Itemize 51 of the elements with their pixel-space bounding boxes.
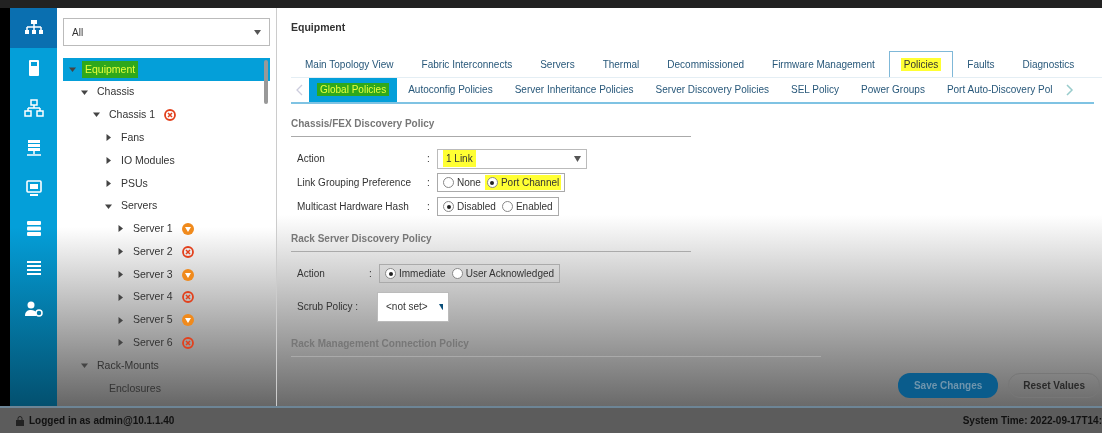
tree-item[interactable]: Server 2 — [63, 240, 270, 264]
sub-tab[interactable]: Autoconfig Policies — [397, 77, 504, 102]
filter-dropdown[interactable]: All — [63, 18, 270, 46]
tab[interactable]: Servers — [526, 52, 589, 77]
login-status: Logged in as admin@10.1.1.40 — [29, 414, 175, 428]
system-time: System Time: 2022-09-17T14: — [962, 414, 1102, 428]
field-label: Multicast Hardware Hash — [297, 200, 410, 215]
tab[interactable]: Main Topology View — [291, 52, 408, 77]
radio-option[interactable]: Disabled — [441, 199, 498, 215]
sub-tab[interactable]: SEL Policy — [780, 77, 850, 102]
sub-tab[interactable]: Port Auto-Discovery Pol — [935, 77, 1064, 102]
sub-tab[interactable]: Power Groups — [849, 77, 936, 102]
separator: : — [427, 176, 431, 191]
tree-item[interactable]: Fans — [63, 126, 270, 150]
separator: : — [427, 200, 431, 215]
tree-item[interactable]: Servers — [63, 194, 270, 218]
tab[interactable]: Firmware Management — [758, 52, 889, 77]
select-field[interactable]: <not set> — [377, 291, 449, 322]
separator: : — [427, 152, 431, 167]
tab[interactable]: Diagnostics — [1008, 52, 1089, 77]
tree-item[interactable]: IO Modules — [63, 149, 270, 172]
tree-item[interactable]: Server 3 — [63, 263, 270, 286]
field-label: Action — [297, 267, 326, 282]
page-title: Equipment — [291, 20, 347, 35]
radio-option[interactable]: Immediate — [383, 266, 448, 282]
field-label: Link Grouping Preference — [297, 176, 412, 191]
radio-option[interactable]: None — [441, 175, 483, 191]
select-field[interactable]: 1 Link — [437, 148, 587, 169]
sub-tab[interactable]: Server Inheritance Policies — [503, 77, 645, 102]
tree-item[interactable]: Server 4 — [63, 285, 270, 309]
tree-item[interactable]: PSUs — [63, 172, 270, 195]
radio-option[interactable]: Port Channel — [484, 175, 562, 191]
tab[interactable]: Fabric Interconnects — [407, 52, 527, 77]
tree-item[interactable]: Server 6 — [63, 331, 270, 355]
tab[interactable]: Decommissioned — [653, 52, 759, 77]
radio-option[interactable]: User Acknowledged — [449, 266, 557, 282]
tree-item[interactable]: Chassis 1 — [63, 103, 270, 127]
section-heading: Rack Server Discovery Policy — [291, 218, 691, 252]
tree-item[interactable]: Server 1 — [63, 217, 270, 241]
tab[interactable]: Faults — [953, 52, 1009, 77]
radio-option[interactable]: Enabled — [499, 199, 555, 215]
tab[interactable]: Policies — [888, 50, 954, 77]
tree-item[interactable]: Server 5 — [63, 308, 270, 332]
tree-item[interactable]: Chassis — [63, 80, 270, 104]
separator: : — [369, 267, 373, 282]
field-label: Scrub Policy : — [297, 300, 360, 315]
tree-item[interactable]: Rack-Mounts — [63, 354, 270, 378]
field-label: Action — [297, 152, 326, 167]
sub-tab[interactable]: Server Discovery Policies — [644, 77, 780, 102]
tab[interactable]: Thermal — [588, 52, 654, 77]
section-heading: Chassis/FEX Discovery Policy — [291, 103, 691, 137]
